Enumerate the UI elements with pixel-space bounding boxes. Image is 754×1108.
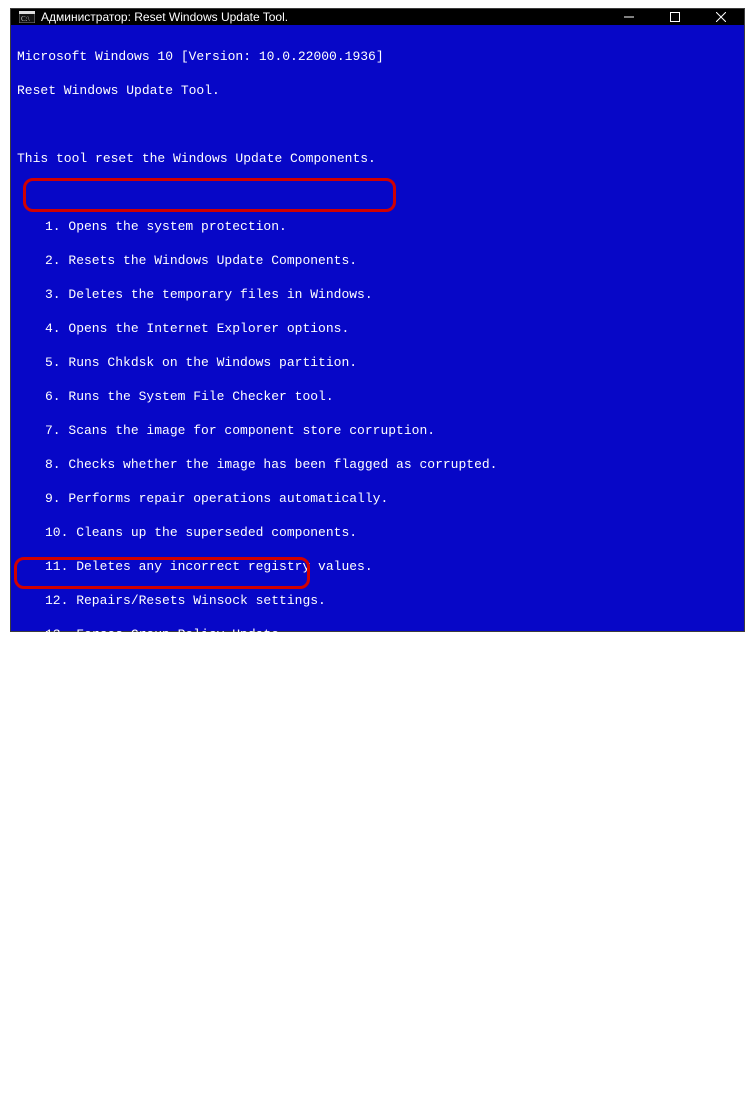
console-area[interactable]: Microsoft Windows 10 [Version: 10.0.2200… bbox=[11, 25, 744, 1108]
menu-option: 18. Explores other online solutions. bbox=[17, 796, 738, 813]
maximize-button[interactable] bbox=[652, 9, 698, 25]
description-line: This tool reset the Windows Update Compo… bbox=[17, 150, 738, 167]
menu-option: 12. Repairs/Resets Winsock settings. bbox=[17, 592, 738, 609]
prompt-line[interactable]: Select an option: bbox=[17, 1000, 738, 1017]
menu-option: 14. Searches Windows updates. bbox=[17, 660, 738, 677]
menu-option: 4. Opens the Internet Explorer options. bbox=[17, 320, 738, 337]
help-close-line: ?. Help. 0. Close. bbox=[17, 932, 738, 949]
menu-option: 3. Deletes the temporary files in Window… bbox=[17, 286, 738, 303]
menu-option: 19. Downloads the Diagnostic Tools. bbox=[17, 830, 738, 847]
menu-option: 1. Opens the system protection. bbox=[17, 218, 738, 235]
version-line: Microsoft Windows 10 [Version: 10.0.2200… bbox=[17, 48, 738, 65]
svg-text:C:\: C:\ bbox=[21, 15, 30, 23]
tool-name-line: Reset Windows Update Tool. bbox=[17, 82, 738, 99]
menu-option: 16. Finds the Windows Product Key. bbox=[17, 728, 738, 745]
menu-option: 17. Explores other local solutions. bbox=[17, 762, 738, 779]
menu-option: 20. Restarts your PC. bbox=[17, 864, 738, 881]
prompt-text: Select an option: bbox=[17, 1001, 157, 1016]
menu-option: 7. Scans the image for component store c… bbox=[17, 422, 738, 439]
menu-option: 11. Deletes any incorrect registry value… bbox=[17, 558, 738, 575]
titlebar: C:\ Администратор: Reset Windows Update … bbox=[11, 9, 744, 25]
cmd-icon: C:\ bbox=[19, 9, 35, 25]
menu-option: 6. Runs the System File Checker tool. bbox=[17, 388, 738, 405]
text-cursor bbox=[159, 1011, 167, 1014]
minimize-button[interactable] bbox=[606, 9, 652, 25]
console-window: C:\ Администратор: Reset Windows Update … bbox=[10, 8, 745, 632]
window-title: Администратор: Reset Windows Update Tool… bbox=[41, 10, 288, 24]
close-button[interactable] bbox=[698, 9, 744, 25]
window-controls bbox=[606, 9, 744, 25]
menu-option: 9. Performs repair operations automatica… bbox=[17, 490, 738, 507]
menu-option: 13. Forces Group Policy Update. bbox=[17, 626, 738, 643]
menu-option: 5. Runs Chkdsk on the Windows partition. bbox=[17, 354, 738, 371]
menu-option: 10. Cleans up the superseded components. bbox=[17, 524, 738, 541]
menu-option: 15. Resets the Windows Store. bbox=[17, 694, 738, 711]
menu-option: 2. Resets the Windows Update Components. bbox=[17, 252, 738, 269]
menu-option: 8. Checks whether the image has been fla… bbox=[17, 456, 738, 473]
